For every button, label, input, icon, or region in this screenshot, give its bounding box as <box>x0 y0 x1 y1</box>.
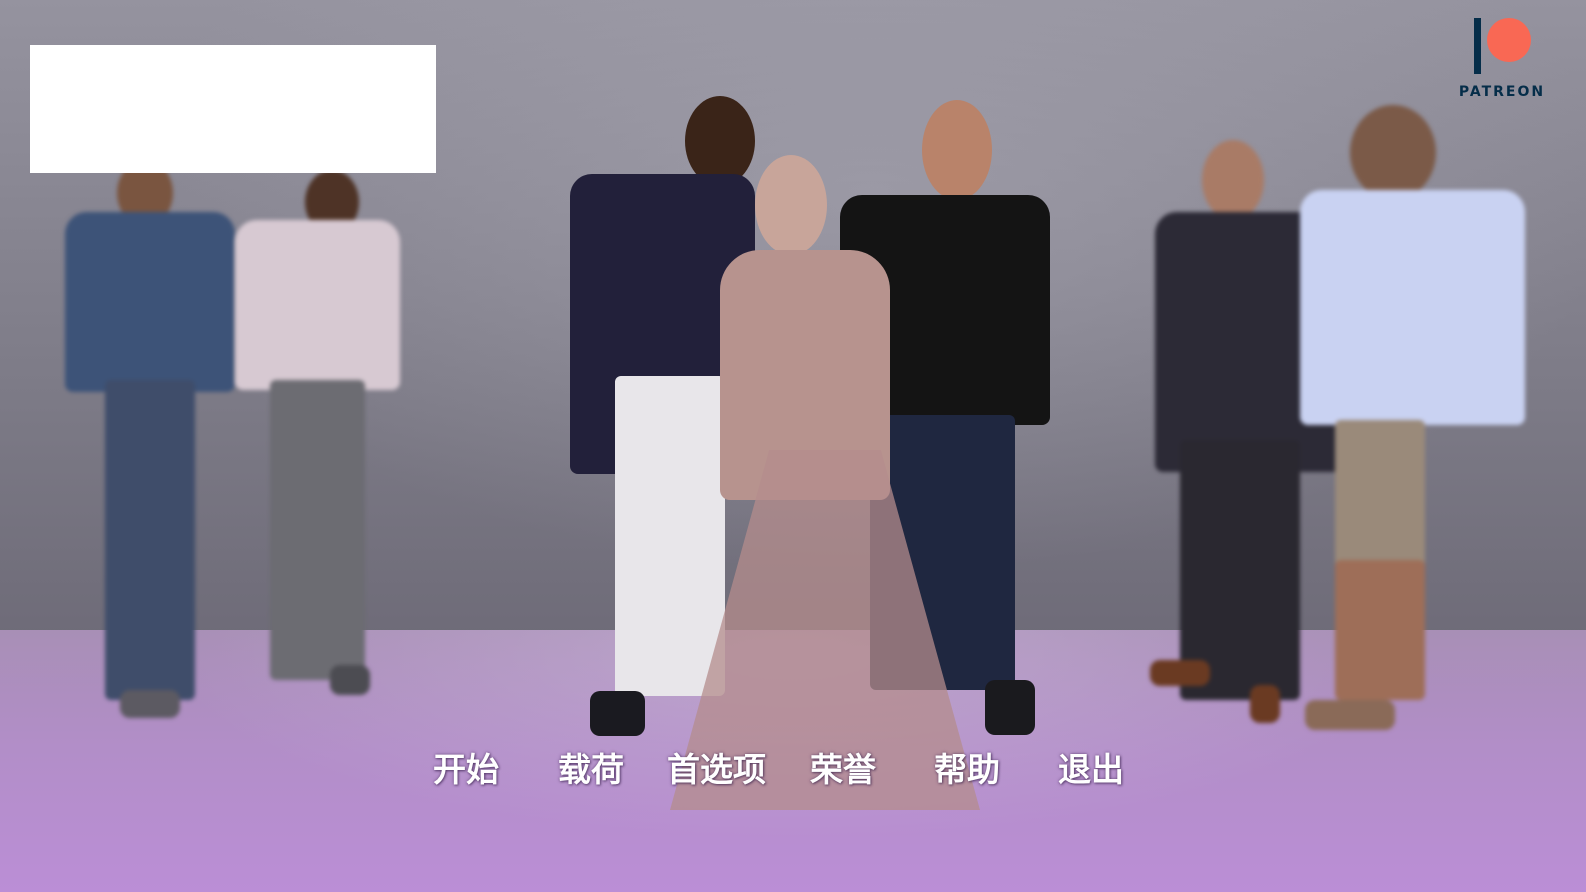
figure-left-2 <box>235 160 405 720</box>
figure-left-1 <box>55 150 245 750</box>
patreon-bar-icon <box>1474 18 1481 74</box>
menu-help-button[interactable]: 帮助 <box>934 748 1000 792</box>
menu-honors-button[interactable]: 荣誉 <box>810 748 876 792</box>
patreon-circle-icon <box>1487 18 1531 62</box>
menu-start-button[interactable]: 开始 <box>433 748 499 792</box>
menu-load-button[interactable]: 载荷 <box>558 748 624 792</box>
patreon-logo[interactable]: PATREON <box>1452 10 1552 106</box>
figure-right-white-shirt <box>1290 105 1530 735</box>
patreon-label: PATREON <box>1458 84 1546 100</box>
main-menu-screen: PATREON 开始 载荷 首选项 荣誉 帮助 退出 <box>0 0 1586 892</box>
figure-center-woman <box>660 150 990 810</box>
menu-quit-button[interactable]: 退出 <box>1058 748 1124 792</box>
menu-preferences-button[interactable]: 首选项 <box>667 748 766 792</box>
title-logo-box <box>30 45 436 173</box>
main-menu: 开始 载荷 首选项 荣誉 帮助 退出 <box>0 748 1586 796</box>
